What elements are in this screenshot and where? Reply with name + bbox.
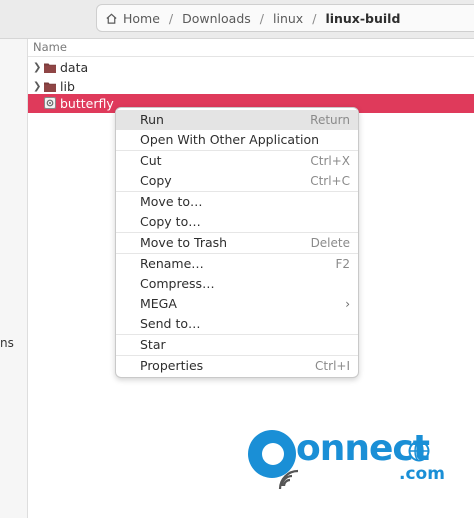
breadcrumb-linux[interactable]: linux xyxy=(273,11,303,26)
menu-item-label: Send to… xyxy=(140,316,201,331)
menu-item-mega[interactable]: MEGA › xyxy=(116,294,358,314)
menu-item-properties[interactable]: Properties Ctrl+I xyxy=(116,356,358,376)
breadcrumb-separator: / xyxy=(312,10,317,26)
menu-item-label: Copy to… xyxy=(140,214,201,229)
chevron-right-icon: › xyxy=(345,297,350,311)
wifi-waves-icon xyxy=(278,469,299,490)
menu-item-copy[interactable]: Copy Ctrl+C xyxy=(116,171,358,191)
menu-item-label: Star xyxy=(140,337,166,352)
menu-item-shortcut: Delete xyxy=(310,236,350,250)
menu-item-label: Open With Other Application xyxy=(140,132,320,147)
menu-item-compress[interactable]: Compress… xyxy=(116,274,358,294)
menu-item-send-to[interactable]: Send to… xyxy=(116,314,358,334)
menu-item-label: Move to Trash xyxy=(140,235,228,250)
folder-icon xyxy=(44,82,56,92)
menu-item-star[interactable]: Star xyxy=(116,335,358,355)
menu-item-shortcut: F2 xyxy=(335,257,350,271)
list-item[interactable]: ❯ data xyxy=(28,58,474,77)
breadcrumb-downloads[interactable]: Downloads xyxy=(182,11,251,26)
menu-item-label: Properties xyxy=(140,358,204,373)
menu-item-label: Cut xyxy=(140,153,162,168)
menu-item-open-with[interactable]: Open With Other Application xyxy=(116,130,358,150)
menu-item-label: Copy xyxy=(140,173,172,188)
home-icon[interactable] xyxy=(105,12,118,25)
breadcrumb-separator: / xyxy=(168,10,174,26)
menu-item-rename[interactable]: Rename… F2 xyxy=(116,254,358,274)
header-bar: Home / Downloads / linux / linux-build xyxy=(0,0,474,39)
breadcrumb-separator: / xyxy=(259,10,265,26)
menu-item-copy-to[interactable]: Copy to… xyxy=(116,212,358,232)
menu-item-move-to-trash[interactable]: Move to Trash Delete xyxy=(116,233,358,253)
menu-item-shortcut: Ctrl+C xyxy=(310,174,350,188)
sidebar-item-fragment[interactable]: ns xyxy=(0,336,14,350)
menu-item-run[interactable]: Run Return xyxy=(116,110,358,130)
watermark-logo: onnect .com xyxy=(244,428,445,492)
watermark-suffix: .com xyxy=(399,464,445,484)
menu-item-label: Run xyxy=(140,112,164,127)
column-header-name[interactable]: Name xyxy=(28,39,474,57)
menu-item-shortcut: Ctrl+X xyxy=(310,154,350,168)
menu-item-label: Move to… xyxy=(140,194,203,209)
menu-item-shortcut: Return xyxy=(310,113,350,127)
globe-icon xyxy=(408,440,430,462)
menu-item-shortcut: Ctrl+I xyxy=(315,359,350,373)
breadcrumb-linux-build[interactable]: linux-build xyxy=(325,11,400,26)
list-item-label: data xyxy=(60,60,89,75)
menu-item-label: Rename… xyxy=(140,256,204,271)
breadcrumb: Home / Downloads / linux / linux-build xyxy=(96,4,474,32)
context-menu: Run Return Open With Other Application C… xyxy=(115,107,359,378)
menu-item-label: MEGA xyxy=(140,296,177,311)
menu-item-move-to[interactable]: Move to… xyxy=(116,192,358,212)
list-item-label: butterfly xyxy=(60,96,114,111)
menu-item-label: Compress… xyxy=(140,276,215,291)
folder-icon xyxy=(44,63,56,73)
executable-file-icon xyxy=(44,97,56,109)
chevron-right-icon[interactable]: ❯ xyxy=(33,58,41,77)
breadcrumb-home[interactable]: Home xyxy=(123,11,160,26)
menu-item-cut[interactable]: Cut Ctrl+X xyxy=(116,151,358,171)
sidebar: ns xyxy=(0,39,28,518)
